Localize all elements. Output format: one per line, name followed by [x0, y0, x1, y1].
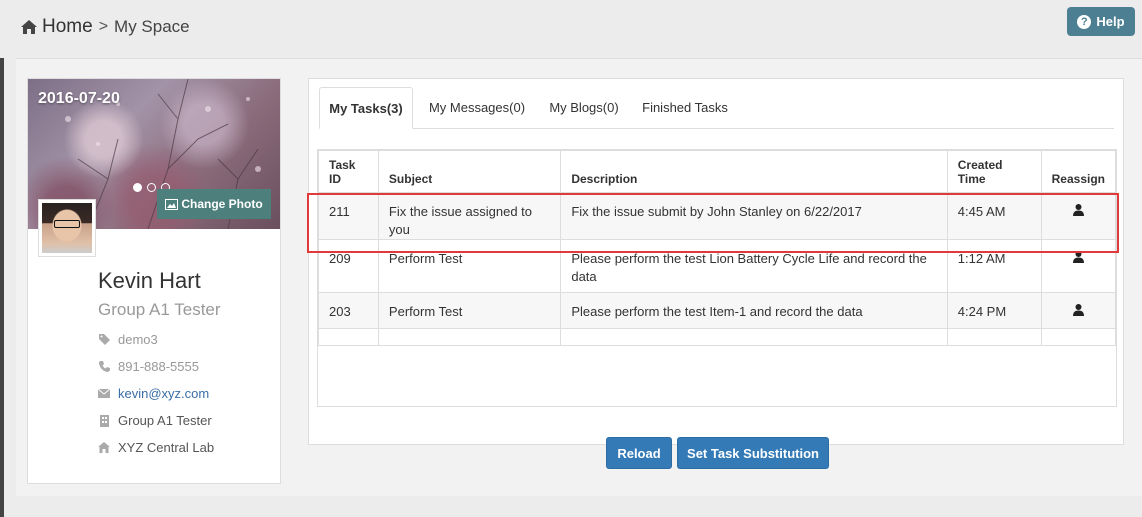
user-icon[interactable]	[1072, 303, 1084, 316]
header-task-id[interactable]: Task ID	[318, 150, 379, 193]
table-row[interactable]: 203 Perform Test Please perform the test…	[318, 292, 1117, 329]
avatar	[38, 199, 96, 257]
header-reassign: Reassign	[1040, 150, 1117, 193]
carousel-dot[interactable]	[147, 183, 156, 192]
table-empty-row	[318, 328, 1117, 346]
envelope-icon	[98, 388, 110, 400]
table-row[interactable]: 211 Fix the issue assigned to you Fix th…	[318, 192, 1117, 240]
avatar-glasses	[54, 220, 80, 228]
phone-icon	[98, 361, 110, 373]
profile-email-link[interactable]: kevin@xyz.com	[118, 386, 209, 401]
breadcrumb-current: My Space	[114, 17, 190, 36]
profile-phone: 891-888-5555	[98, 359, 199, 374]
cell-created-time: 1:12 AM	[946, 239, 1042, 293]
header-subject[interactable]: Subject	[377, 150, 562, 193]
profile-phone-text: 891-888-5555	[118, 359, 199, 374]
tab-finished-tasks[interactable]: Finished Tasks	[633, 87, 737, 127]
profile-location: XYZ Central Lab	[98, 440, 214, 455]
cell-created-time: 4:24 PM	[946, 292, 1042, 329]
help-button[interactable]: ? Help	[1067, 7, 1135, 36]
profile-tag-text: demo3	[118, 332, 158, 347]
tab-my-messages[interactable]: My Messages(0)	[419, 87, 535, 127]
user-icon[interactable]	[1072, 203, 1084, 216]
tab-my-blogs[interactable]: My Blogs(0)	[541, 87, 627, 127]
profile-card: 2016-07-20 Change Photo Kevin Hart Group…	[27, 78, 281, 484]
cell-task-id: 209	[318, 239, 379, 293]
tasks-panel: My Tasks(3) My Messages(0) My Blogs(0) F…	[308, 78, 1124, 469]
tab-bar: My Tasks(3) My Messages(0) My Blogs(0) F…	[319, 87, 1114, 129]
help-label: Help	[1096, 14, 1125, 29]
reload-button[interactable]: Reload	[606, 437, 672, 469]
cell-subject[interactable]: Perform Test	[377, 239, 562, 293]
tag-icon	[98, 334, 110, 346]
cell-description: Please perform the test Lion Battery Cyc…	[560, 239, 948, 293]
cell-reassign	[1040, 239, 1117, 293]
change-photo-button[interactable]: Change Photo	[157, 189, 271, 219]
cell-reassign	[1040, 292, 1117, 329]
cell-subject[interactable]: Fix the issue assigned to you	[377, 192, 562, 240]
avatar-photo	[42, 203, 92, 253]
building-icon	[98, 414, 110, 427]
breadcrumb-separator: >	[98, 18, 109, 35]
header-created-time[interactable]: Created Time	[946, 150, 1042, 193]
profile-tag: demo3	[98, 332, 158, 347]
carousel-dot[interactable]	[133, 183, 142, 192]
header-description[interactable]: Description	[560, 150, 948, 193]
profile-group: Group A1 Tester	[98, 300, 221, 319]
user-icon[interactable]	[1072, 250, 1084, 263]
tasks-table: Task ID Subject Description Created Time…	[318, 150, 1117, 346]
set-task-substitution-button[interactable]: Set Task Substitution	[677, 437, 829, 469]
profile-email: kevin@xyz.com	[98, 386, 209, 401]
change-photo-label: Change Photo	[181, 197, 263, 211]
cell-description: Please perform the test Item-1 and recor…	[560, 292, 948, 329]
home-icon	[98, 442, 110, 454]
table-row[interactable]: 209 Perform Test Please perform the test…	[318, 239, 1117, 293]
profile-name: Kevin Hart	[98, 268, 201, 293]
window-edge	[0, 58, 4, 517]
cell-task-id: 211	[318, 192, 379, 240]
cell-task-id: 203	[318, 292, 379, 329]
tab-my-tasks[interactable]: My Tasks(3)	[319, 87, 413, 129]
banner-date: 2016-07-20	[38, 90, 120, 107]
cell-description: Fix the issue submit by John Stanley on …	[560, 192, 948, 240]
cell-created-time: 4:45 AM	[946, 192, 1042, 240]
table-header-row: Task ID Subject Description Created Time…	[318, 150, 1117, 193]
cell-subject[interactable]: Perform Test	[377, 292, 562, 329]
breadcrumb: Home > My Space	[20, 16, 190, 38]
profile-location-text: XYZ Central Lab	[118, 440, 215, 455]
image-icon	[165, 198, 179, 210]
cell-reassign	[1040, 192, 1117, 240]
question-icon: ?	[1077, 14, 1092, 29]
profile-department-text: Group A1 Tester	[118, 413, 212, 428]
breadcrumb-home-link[interactable]: Home	[42, 16, 93, 38]
profile-department: Group A1 Tester	[98, 413, 212, 428]
home-icon[interactable]	[20, 19, 38, 35]
tasks-table-container: Task ID Subject Description Created Time…	[317, 149, 1117, 469]
